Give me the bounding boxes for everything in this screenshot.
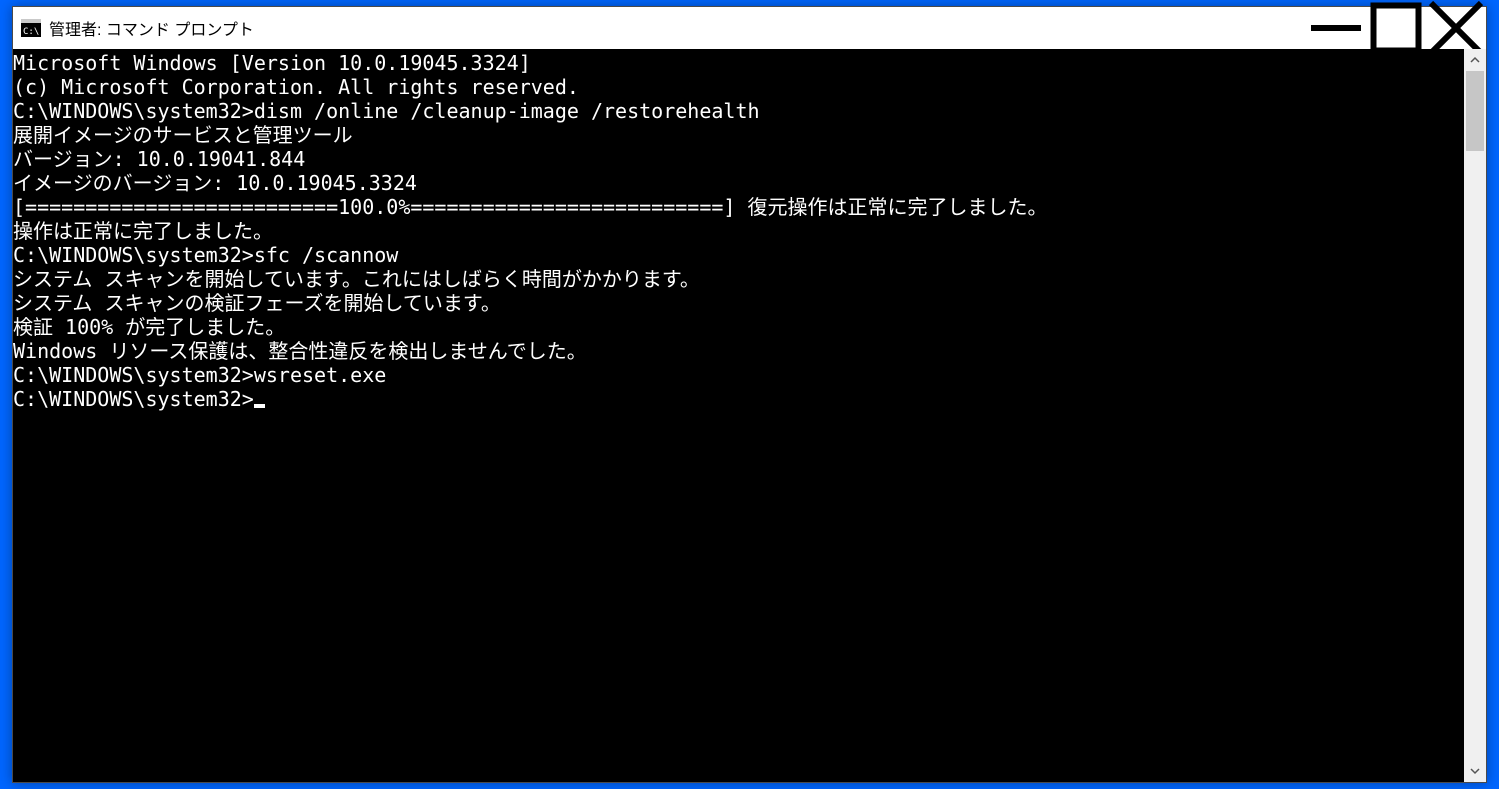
close-button[interactable]	[1426, 7, 1486, 49]
scroll-down-button[interactable]	[1464, 760, 1486, 782]
scroll-thumb[interactable]	[1466, 71, 1484, 151]
maximize-button[interactable]	[1366, 7, 1426, 49]
terminal-output[interactable]: Microsoft Windows [Version 10.0.19045.33…	[13, 49, 1464, 782]
scroll-up-button[interactable]	[1464, 49, 1486, 71]
terminal-line: システム スキャンを開始しています。これにはしばらく時間がかかります。	[13, 267, 1464, 291]
window-title: 管理者: コマンド プロンプト	[49, 16, 254, 40]
terminal-line: Windows リソース保護は、整合性違反を検出しませんでした。	[13, 339, 1464, 363]
client-area: Microsoft Windows [Version 10.0.19045.33…	[13, 49, 1486, 782]
vertical-scrollbar[interactable]	[1464, 49, 1486, 782]
minimize-button[interactable]	[1306, 7, 1366, 49]
terminal-line: C:\WINDOWS\system32>dism /online /cleanu…	[13, 99, 1464, 123]
svg-text:C:\: C:\	[23, 27, 39, 37]
terminal-line: 検証 100% が完了しました。	[13, 315, 1464, 339]
terminal-line: 操作は正常に完了しました。	[13, 219, 1464, 243]
command-prompt-window: C:\ 管理者: コマンド プロンプト Microsoft Windows [V…	[12, 6, 1487, 783]
cmd-icon: C:\	[21, 19, 41, 37]
terminal-line: Microsoft Windows [Version 10.0.19045.33…	[13, 51, 1464, 75]
cursor	[254, 404, 265, 408]
titlebar[interactable]: C:\ 管理者: コマンド プロンプト	[13, 7, 1486, 49]
terminal-line: バージョン: 10.0.19041.844	[13, 147, 1464, 171]
terminal-line: (c) Microsoft Corporation. All rights re…	[13, 75, 1464, 99]
terminal-line: 展開イメージのサービスと管理ツール	[13, 123, 1464, 147]
terminal-line: C:\WINDOWS\system32>wsreset.exe	[13, 363, 1464, 387]
terminal-line: システム スキャンの検証フェーズを開始しています。	[13, 291, 1464, 315]
terminal-line: C:\WINDOWS\system32>	[13, 387, 1464, 411]
terminal-line: [==========================100.0%=======…	[13, 195, 1464, 219]
terminal-line: C:\WINDOWS\system32>sfc /scannow	[13, 243, 1464, 267]
terminal-line: イメージのバージョン: 10.0.19045.3324	[13, 171, 1464, 195]
window-controls	[1306, 7, 1486, 49]
